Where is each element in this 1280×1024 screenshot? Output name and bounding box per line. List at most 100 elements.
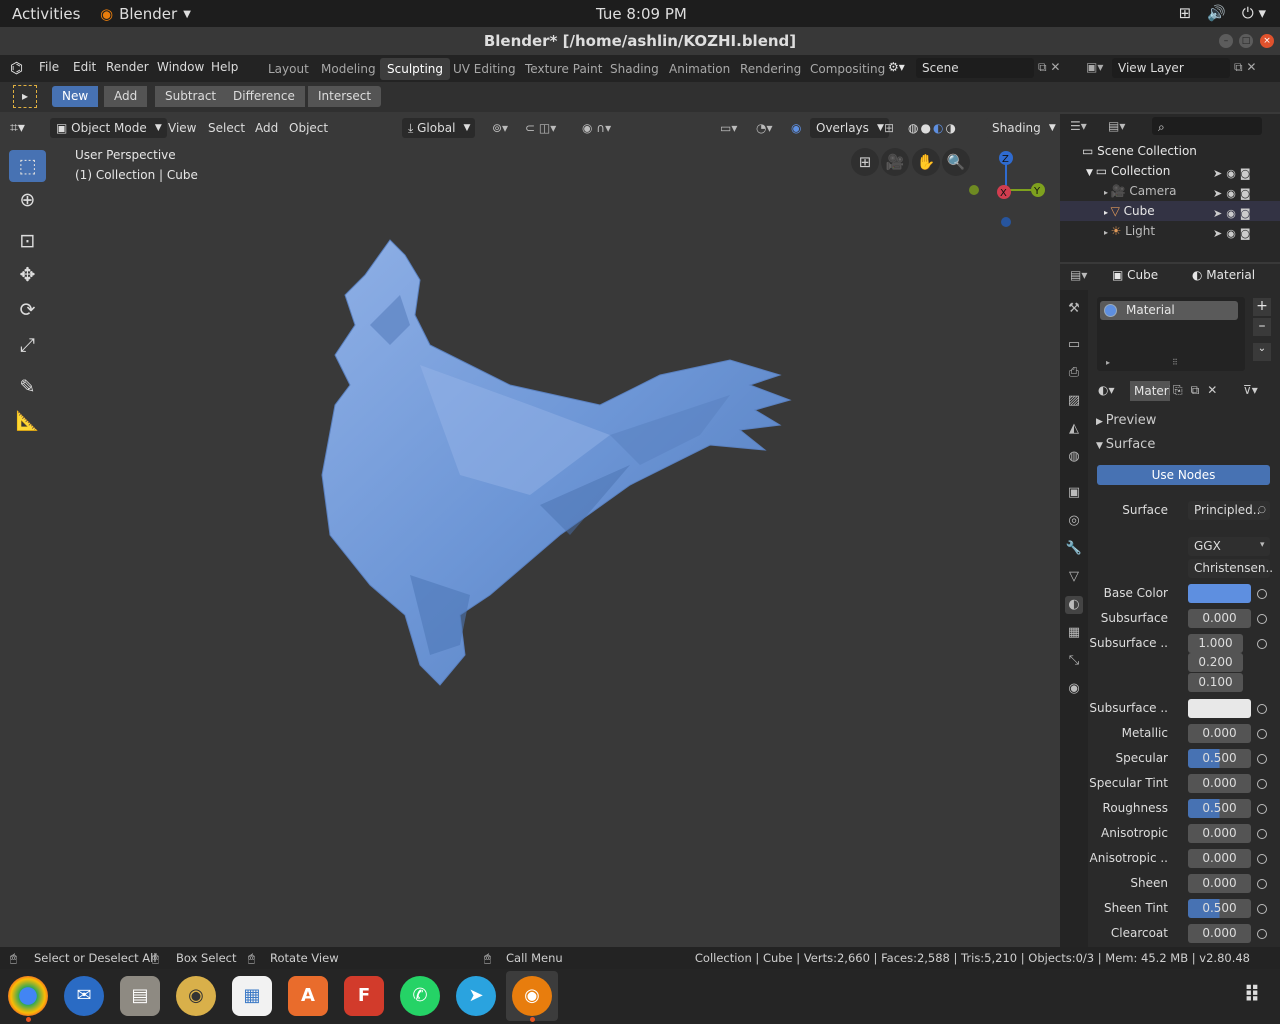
- tab-layout[interactable]: Layout: [261, 58, 316, 80]
- socket-icon[interactable]: [1257, 829, 1267, 839]
- overlays-icon[interactable]: ◉: [791, 118, 801, 138]
- system-tray[interactable]: ⊞ 🔊 ⏻ ▾: [1179, 4, 1266, 22]
- visibility-toggle-row[interactable]: ➤◉◙: [1213, 184, 1255, 204]
- bool-intersect-button[interactable]: Intersect: [308, 86, 382, 107]
- subsurface-radius-y[interactable]: 0.200: [1188, 653, 1243, 672]
- socket-icon[interactable]: [1257, 754, 1267, 764]
- chrome-icon[interactable]: [8, 976, 48, 1016]
- neg-y-axis-icon[interactable]: [969, 185, 979, 195]
- bool-add-button[interactable]: Add: [104, 86, 148, 107]
- tab-animation[interactable]: Animation: [662, 58, 737, 80]
- tool-tab-icon[interactable]: ⚒: [1065, 300, 1083, 318]
- outliner-scene-collection[interactable]: ▭ Scene Collection: [1060, 141, 1280, 161]
- new-scene-icon[interactable]: ⧉ ✕: [1038, 60, 1060, 75]
- browse-material-icon[interactable]: ◐▾: [1098, 383, 1115, 397]
- visibility-toggle-row[interactable]: ➤◉◙: [1213, 224, 1255, 244]
- socket-icon[interactable]: [1257, 854, 1267, 864]
- socket-icon[interactable]: [1257, 589, 1267, 599]
- particles-tab-icon[interactable]: ◉: [1065, 680, 1083, 698]
- files-icon[interactable]: ▤: [120, 976, 160, 1016]
- expand-arrow-icon[interactable]: ▸: [1106, 358, 1110, 367]
- move-tool-icon[interactable]: ✥: [9, 259, 46, 291]
- material-name-field[interactable]: Materi: [1130, 381, 1170, 401]
- scene-selector-icon[interactable]: ⚙▾: [888, 60, 905, 74]
- roughness-field[interactable]: 0.500: [1188, 799, 1251, 818]
- view-layer-field[interactable]: View Layer: [1112, 58, 1230, 78]
- fake-user-icon[interactable]: ⎘: [1173, 383, 1191, 397]
- scene-field[interactable]: Scene: [916, 58, 1034, 78]
- use-nodes-button[interactable]: Use Nodes: [1097, 465, 1270, 485]
- bool-difference-button[interactable]: Difference: [223, 86, 305, 107]
- visibility-toggle-row[interactable]: ➤◉◙: [1213, 164, 1255, 184]
- world-tab-icon[interactable]: ◍: [1065, 448, 1083, 466]
- tab-uv-editing[interactable]: UV Editing: [446, 58, 523, 80]
- activities-button[interactable]: Activities: [12, 5, 80, 23]
- texture-tab-icon[interactable]: ▦: [1065, 624, 1083, 642]
- proportional-edit-icon[interactable]: ◉ ∩▾: [582, 118, 611, 138]
- material-shading-icon[interactable]: ◐: [933, 121, 945, 135]
- specular-tint-field[interactable]: 0.000: [1188, 774, 1251, 793]
- xray-icon[interactable]: ⊞: [884, 118, 894, 138]
- tab-texture-paint[interactable]: Texture Paint: [518, 58, 609, 80]
- unlink-material-icon[interactable]: ✕: [1207, 383, 1225, 397]
- render-tab-icon[interactable]: ▭: [1065, 336, 1083, 354]
- neg-z-axis-icon[interactable]: [1001, 217, 1011, 227]
- view-layer-tab-icon[interactable]: ▨: [1065, 392, 1083, 410]
- socket-icon[interactable]: [1257, 779, 1267, 789]
- mesh-data-tab-icon[interactable]: ▽: [1065, 568, 1083, 586]
- close-icon[interactable]: ×: [1260, 34, 1274, 48]
- outliner-filter-icon[interactable]: ▤▾: [1108, 119, 1125, 133]
- software-center-icon[interactable]: A: [288, 976, 328, 1016]
- distribution-dropdown[interactable]: GGX: [1188, 537, 1270, 556]
- object-tab-icon[interactable]: ▣: [1065, 484, 1083, 502]
- whatsapp-icon[interactable]: ✆: [400, 976, 440, 1016]
- socket-icon[interactable]: [1257, 879, 1267, 889]
- link-socket-icon[interactable]: ○: [1258, 505, 1266, 515]
- overlays-dropdown[interactable]: Overlays ▼: [810, 118, 889, 138]
- tab-rendering[interactable]: Rendering: [733, 58, 808, 80]
- duplicate-material-icon[interactable]: ⧉: [1191, 383, 1208, 397]
- tab-compositing[interactable]: Compositing: [803, 58, 892, 80]
- editor-type-icon[interactable]: ⌗▾: [10, 118, 25, 138]
- subsurface-color-swatch[interactable]: [1188, 699, 1251, 718]
- rotate-tool-icon[interactable]: ⟳: [9, 294, 46, 326]
- physics-tab-icon[interactable]: ◎: [1065, 512, 1083, 530]
- viewport-menu-select[interactable]: Select: [208, 118, 245, 138]
- socket-icon[interactable]: [1257, 929, 1267, 939]
- menu-edit[interactable]: Edit: [73, 60, 96, 74]
- new-view-layer-icon[interactable]: ⧉ ✕: [1234, 60, 1256, 75]
- app-menu[interactable]: ◉ Blender ▼: [100, 5, 191, 23]
- solid-shading-icon[interactable]: ●: [920, 121, 932, 135]
- measure-tool-icon[interactable]: 📐: [9, 405, 46, 437]
- subsurface-radius-x[interactable]: 1.000: [1188, 634, 1243, 653]
- constraint-tab-icon[interactable]: ⤡: [1065, 652, 1083, 670]
- rooster-mesh[interactable]: [310, 235, 810, 695]
- foxit-icon[interactable]: F: [344, 976, 384, 1016]
- socket-icon[interactable]: [1257, 804, 1267, 814]
- material-slot[interactable]: Material: [1100, 301, 1238, 320]
- tab-shading[interactable]: Shading: [603, 58, 666, 80]
- maximize-icon[interactable]: □: [1239, 34, 1253, 48]
- view-layer-icon[interactable]: ▣▾: [1086, 60, 1103, 74]
- menu-render[interactable]: Render: [106, 60, 149, 74]
- preview-panel-header[interactable]: ▶ Preview: [1096, 413, 1156, 428]
- metallic-field[interactable]: 0.000: [1188, 724, 1251, 743]
- remove-slot-icon[interactable]: –: [1253, 318, 1271, 336]
- subsurface-field[interactable]: 0.000: [1188, 609, 1251, 628]
- scene-tab-icon[interactable]: ◭: [1065, 420, 1083, 438]
- slot-menu-icon[interactable]: ⌄: [1253, 343, 1271, 361]
- wireframe-shading-icon[interactable]: ◍: [908, 121, 920, 135]
- material-tab-icon[interactable]: ◐: [1065, 596, 1083, 614]
- perspective-toggle-icon[interactable]: ⊞: [851, 148, 879, 176]
- mode-dropdown[interactable]: ▣ Object Mode ▼: [50, 118, 167, 138]
- menu-help[interactable]: Help: [211, 60, 238, 74]
- pan-view-icon[interactable]: ✋: [912, 148, 940, 176]
- surface-panel-header[interactable]: ▼ Surface: [1096, 437, 1155, 452]
- transform-tool-icon[interactable]: ⊡: [9, 225, 46, 257]
- specular-field[interactable]: 0.500: [1188, 749, 1251, 768]
- socket-icon[interactable]: [1257, 904, 1267, 914]
- rendered-shading-icon[interactable]: ◑: [945, 121, 957, 135]
- visibility-toggle-row[interactable]: ➤◉◙: [1213, 204, 1255, 224]
- subsurface-radius-z[interactable]: 0.100: [1188, 673, 1243, 692]
- tab-sculpting[interactable]: Sculpting: [380, 58, 451, 80]
